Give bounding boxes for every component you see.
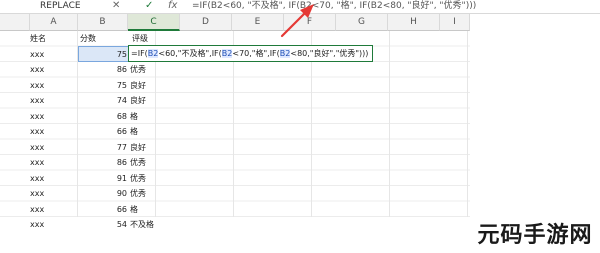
table-cell-score[interactable]: 86 — [78, 62, 128, 78]
column-header-c[interactable]: C — [128, 14, 180, 31]
confirm-icon[interactable]: ✓ — [145, 0, 159, 12]
table-cell-score[interactable]: 90 — [78, 186, 128, 202]
name-box[interactable]: REPLACE — [0, 0, 108, 12]
table-cell-grade[interactable]: 良好 — [128, 93, 180, 109]
table-cell-grade[interactable]: 不及格 — [128, 217, 180, 233]
table-cell-score[interactable]: 68 — [78, 109, 128, 125]
table-cell-score[interactable]: 75 — [78, 47, 128, 63]
table-cell-grade[interactable]: 优秀 — [128, 155, 180, 171]
column-header-d[interactable]: D — [180, 14, 232, 31]
table-cell-name[interactable]: xxx — [30, 140, 78, 156]
formula-part: <70,"格",IF( — [232, 49, 280, 58]
table-cell-name[interactable]: xxx — [30, 202, 78, 218]
table-cell-grade[interactable]: 格 — [128, 124, 180, 140]
column-header-e[interactable]: E — [232, 14, 284, 31]
table-cell-score[interactable]: 66 — [78, 124, 128, 140]
fx-icon[interactable]: fx — [168, 0, 184, 12]
site-watermark: 元码手游网 — [477, 223, 593, 248]
table-cell-name[interactable]: xxx — [30, 155, 78, 171]
table-cell-score[interactable]: 75 — [78, 78, 128, 94]
table-cell-name[interactable]: xxx — [30, 186, 78, 202]
cell-reference: B2 — [147, 49, 159, 58]
table-cell-name[interactable]: xxx — [30, 124, 78, 140]
table-cell-grade[interactable]: 优秀 — [128, 62, 180, 78]
table-cell-score[interactable]: 66 — [78, 202, 128, 218]
cancel-icon[interactable]: ✕ — [112, 0, 126, 12]
table-cell-name[interactable]: xxx — [30, 62, 78, 78]
select-all-corner[interactable] — [0, 14, 30, 31]
annotation-arrow-icon — [280, 4, 314, 38]
table-cell-grade[interactable]: 优秀 — [128, 186, 180, 202]
column-header-g[interactable]: G — [336, 14, 388, 31]
table-cell-grade[interactable]: 格 — [128, 109, 180, 125]
table-cell-score[interactable]: 54 — [78, 217, 128, 233]
table-cell-grade[interactable]: 良好 — [128, 78, 180, 94]
table-cell-score[interactable]: 86 — [78, 155, 128, 171]
formula-part: <60,"不及格",IF( — [158, 49, 222, 58]
table-cell-score[interactable]: 77 — [78, 140, 128, 156]
table-cell-name[interactable]: xxx — [30, 78, 78, 94]
table-cell-name[interactable]: xxx — [30, 109, 78, 125]
cell-reference: B2 — [221, 49, 233, 58]
column-header-i[interactable]: I — [440, 14, 470, 31]
cell-reference: B2 — [279, 49, 291, 58]
formula-part: =IF( — [131, 49, 148, 58]
table-cell-grade[interactable]: 优秀 — [128, 171, 180, 187]
header-name[interactable]: 姓名 — [30, 31, 78, 47]
table-cell-grade[interactable]: 良好 — [128, 140, 180, 156]
column-header-h[interactable]: H — [388, 14, 440, 31]
column-header-b[interactable]: B — [78, 14, 128, 31]
table-cell-name[interactable]: xxx — [30, 217, 78, 233]
table-cell-name[interactable]: xxx — [30, 171, 78, 187]
table-cell-score[interactable]: 91 — [78, 171, 128, 187]
table-cell-score[interactable]: 74 — [78, 93, 128, 109]
formula-input[interactable]: =IF(B2<60, "不及格", IF(B2<70, "格", IF(B2<8… — [192, 0, 497, 12]
table-cell-name[interactable]: xxx — [30, 47, 78, 63]
header-score[interactable]: 分数 — [80, 31, 128, 47]
formula-part: <80,"良好","优秀"))) — [290, 49, 369, 58]
table-cell-grade[interactable]: 格 — [128, 202, 180, 218]
cell-formula-editor[interactable]: =IF(B2<60,"不及格",IF(B2<70,"格",IF(B2<80,"良… — [128, 45, 373, 62]
table-cell-name[interactable]: xxx — [30, 93, 78, 109]
column-header-a[interactable]: A — [30, 14, 78, 31]
